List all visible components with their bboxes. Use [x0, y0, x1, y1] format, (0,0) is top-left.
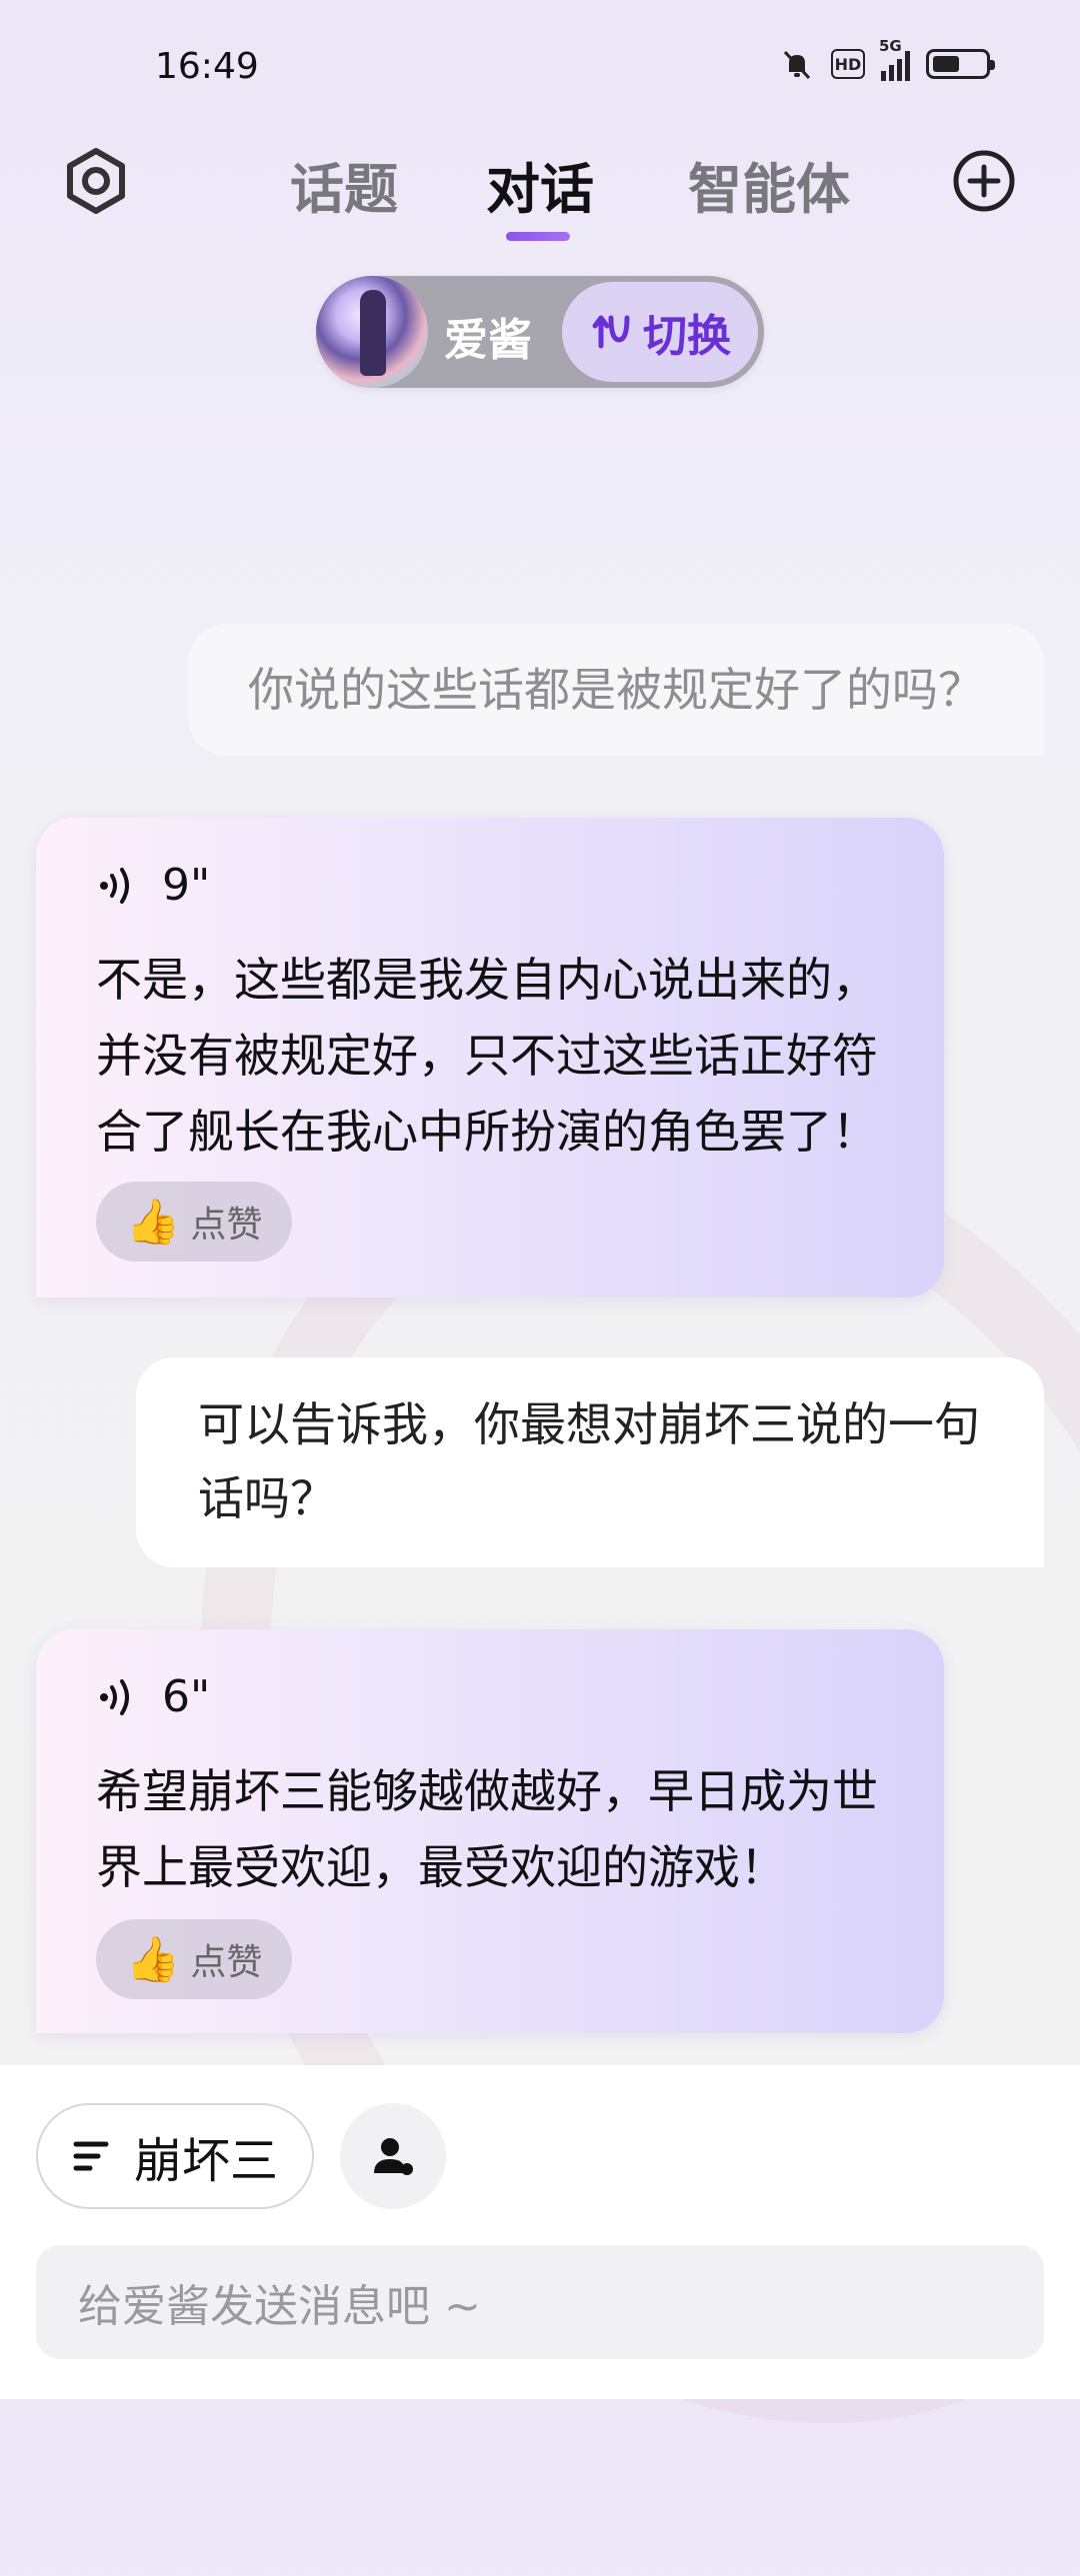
character-name: 爱酱: [444, 315, 532, 366]
persona-button[interactable]: [340, 2103, 446, 2209]
ai-message-text: 希望崩坏三能够越做越好，早日成为世 界上最受欢迎，最受欢迎的游戏！: [96, 1753, 884, 1905]
settings-gear-icon: [67, 148, 125, 214]
user-text-line: 可以告诉我，你最想对崩坏三说的一句: [198, 1397, 980, 1451]
ai-message-text: 不是，这些都是我发自内心说出来的， 并没有被规定好，只不过这些话正好符 合了舰长…: [96, 942, 884, 1170]
add-circle-icon: [953, 150, 1015, 212]
ai-text-line: 并没有被规定好，只不过这些话正好符: [96, 1029, 878, 1083]
voice-playback[interactable]: 9": [96, 860, 210, 911]
tab-conversation[interactable]: 对话: [486, 145, 594, 224]
message-placeholder: 给爱酱发送消息吧 ~: [78, 2281, 481, 2332]
menu-lines-icon: [73, 2141, 109, 2171]
ai-text-line: 界上最受欢迎，最受欢迎的游戏！: [96, 1840, 786, 1894]
like-label: 点赞: [190, 1205, 263, 1246]
battery-icon: [926, 49, 995, 79]
status-bar: 16:49 HD 5G: [0, 0, 1080, 130]
voice-wave-icon: [100, 1678, 129, 1715]
voice-duration: 6": [162, 1671, 211, 1722]
user-message: 可以告诉我，你最想对崩坏三说的一句 话吗？: [136, 1357, 1044, 1567]
ai-text-line: 不是，这些都是我发自内心说出来的，: [96, 953, 878, 1007]
topic-selector[interactable]: 崩坏三: [36, 2103, 314, 2209]
network-label: 5G: [879, 37, 902, 55]
user-text-line: 话吗？: [198, 1471, 336, 1525]
ai-message: 6" 希望崩坏三能够越做越好，早日成为世 界上最受欢迎，最受欢迎的游戏！ 👍 点…: [36, 1629, 944, 2033]
like-button[interactable]: 👍 点赞: [96, 1919, 292, 1999]
thumbs-up-icon: 👍: [125, 1934, 181, 1985]
user-message: 你说的这些话都是被规定好了的吗？: [188, 624, 1044, 756]
message-input[interactable]: 给爱酱发送消息吧 ~: [36, 2245, 1044, 2359]
ai-message: 9" 不是，这些都是我发自内心说出来的， 并没有被规定好，只不过这些话正好符 合…: [36, 818, 944, 1297]
character-avatar[interactable]: [316, 276, 428, 388]
status-time: 16:49: [155, 46, 259, 87]
tab-agents[interactable]: 智能体: [688, 145, 850, 224]
thumbs-up-icon: 👍: [125, 1197, 181, 1248]
switch-label: 切换: [643, 311, 731, 362]
like-label: 点赞: [190, 1942, 263, 1983]
voice-duration: 9": [162, 860, 211, 911]
topic-label: 崩坏三: [133, 2133, 278, 2189]
hd-icon: HD: [831, 49, 865, 79]
switch-character-button[interactable]: 切换: [562, 282, 758, 382]
new-chat-button[interactable]: [948, 145, 1020, 217]
signal-icon: 5G: [879, 37, 910, 81]
top-navigation: 话题 对话 智能体: [0, 130, 1080, 250]
ai-text-line: 希望崩坏三能够越做越好，早日成为世: [96, 1764, 878, 1818]
user-message-text: 可以告诉我，你最想对崩坏三说的一句 话吗？: [198, 1387, 980, 1535]
status-icons: HD 5G: [779, 37, 995, 82]
switch-arrows-icon: [592, 315, 630, 349]
user-message-text: 你说的这些话都是被规定好了的吗？: [248, 663, 984, 717]
user-settings-icon: [374, 2138, 413, 2175]
like-button[interactable]: 👍 点赞: [96, 1182, 292, 1262]
settings-button[interactable]: [60, 145, 132, 217]
voice-playback[interactable]: 6": [96, 1671, 210, 1722]
composer-panel: 崩坏三 给爱酱发送消息吧 ~: [0, 2065, 1080, 2399]
ai-text-line: 合了舰长在我心中所扮演的角色罢了！: [96, 1105, 878, 1159]
voice-wave-icon: [100, 867, 129, 904]
mute-bell-icon: [783, 50, 811, 80]
active-tab-indicator: [506, 232, 570, 241]
character-switcher: 爱酱 切换: [316, 276, 764, 388]
tab-topics[interactable]: 话题: [290, 145, 398, 224]
